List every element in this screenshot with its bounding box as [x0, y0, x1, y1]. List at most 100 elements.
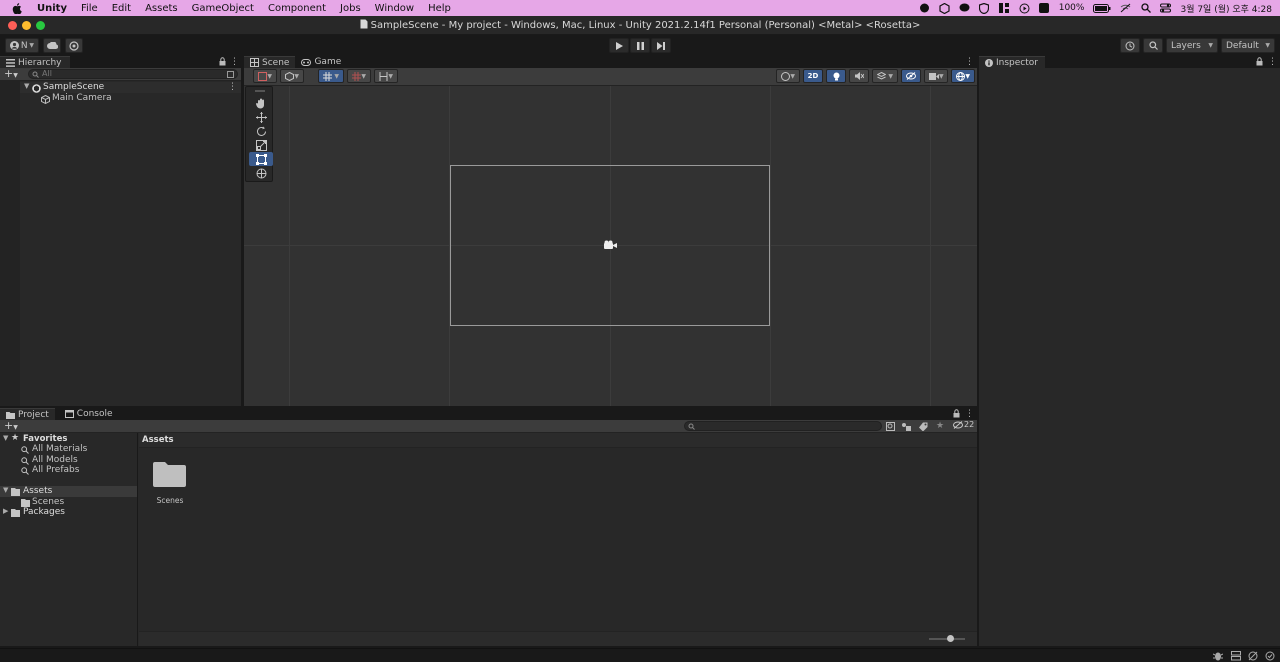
- menu-file[interactable]: File: [74, 3, 105, 14]
- auto-generate-lighting-icon[interactable]: [1248, 651, 1258, 661]
- camera-settings-dropdown[interactable]: ▼: [924, 69, 948, 83]
- star-favorite-icon[interactable]: ★: [936, 421, 944, 431]
- panel-menu-icon[interactable]: ⋮: [965, 409, 974, 419]
- scene-name: SampleScene: [43, 82, 105, 92]
- wifi-off-icon[interactable]: [1120, 3, 1131, 14]
- palette-drag-handle[interactable]: [255, 90, 265, 92]
- packages-folder-row[interactable]: ▶ Packages: [0, 507, 137, 518]
- menu-gameobject[interactable]: GameObject: [185, 3, 261, 14]
- favorite-item-all-materials[interactable]: All Materials: [0, 444, 137, 455]
- draw-mode-dropdown[interactable]: ▼: [253, 69, 277, 83]
- effects-dropdown[interactable]: ▼: [872, 69, 898, 83]
- menu-help[interactable]: Help: [421, 3, 458, 14]
- progress-check-icon[interactable]: [1265, 651, 1275, 661]
- hierarchy-row-scene[interactable]: ▼ SampleScene ⋮: [20, 82, 241, 93]
- search-filter-icon[interactable]: [227, 71, 234, 78]
- scene-viewport[interactable]: [244, 86, 977, 406]
- scene-menu-icon[interactable]: ⋮: [228, 82, 237, 92]
- tab-inspector[interactable]: Inspector: [979, 56, 1045, 68]
- project-search-input[interactable]: [684, 421, 882, 431]
- play-circle-icon[interactable]: [1019, 3, 1030, 14]
- tag-icon[interactable]: [919, 422, 928, 431]
- render-mode-dropdown[interactable]: ▼: [280, 69, 304, 83]
- slider-thumb[interactable]: [947, 635, 954, 642]
- panel-menu-icon[interactable]: ⋮: [965, 57, 974, 67]
- menu-jobs[interactable]: Jobs: [333, 3, 368, 14]
- keyboard-input-icon[interactable]: [1039, 3, 1050, 14]
- cloud-icon: [46, 42, 58, 49]
- create-asset-button[interactable]: +▼: [4, 420, 18, 434]
- rect-tool-button[interactable]: [249, 152, 273, 166]
- battery-icon[interactable]: [1093, 3, 1111, 14]
- tab-console[interactable]: Console: [59, 408, 119, 420]
- icon-size-slider[interactable]: [929, 635, 965, 642]
- project-panel: Project Console ⋮ +▼ ★ 22 ▼ ★ Favorites …: [0, 408, 977, 646]
- expand-arrow-icon[interactable]: ▼: [3, 486, 8, 494]
- debug-bug-icon[interactable]: [1213, 651, 1223, 661]
- search-button[interactable]: [1143, 38, 1163, 53]
- toggle-2d-button[interactable]: 2D: [803, 69, 823, 83]
- cloud-button[interactable]: [43, 38, 61, 53]
- expand-arrow-icon[interactable]: ▶: [3, 507, 8, 515]
- messages-icon[interactable]: [959, 3, 970, 14]
- expand-arrow-icon[interactable]: ▼: [3, 434, 8, 442]
- menu-component[interactable]: Component: [261, 3, 333, 14]
- eye-slash-icon: [953, 420, 963, 429]
- lock-icon[interactable]: [1256, 57, 1263, 66]
- assets-folder-row[interactable]: ▼ Assets: [0, 486, 137, 497]
- lock-icon[interactable]: [953, 409, 960, 418]
- panel-menu-icon[interactable]: ⋮: [1268, 57, 1277, 67]
- rotate-tool-button[interactable]: [249, 124, 273, 138]
- tab-scene[interactable]: Scene: [244, 56, 296, 68]
- lock-icon[interactable]: [219, 57, 226, 66]
- search-icon: [21, 457, 29, 465]
- control-center-icon[interactable]: [1160, 3, 1172, 14]
- menubar-clock[interactable]: 3월 7일 (월) 오후 4:28: [1180, 2, 1272, 15]
- undo-history-button[interactable]: [1120, 38, 1140, 53]
- shield-icon[interactable]: [979, 2, 990, 14]
- expand-arrow-icon[interactable]: ▼: [24, 82, 29, 90]
- menu-window[interactable]: Window: [368, 3, 421, 14]
- gizmos-dropdown[interactable]: ▼: [951, 69, 975, 83]
- menu-edit[interactable]: Edit: [105, 3, 138, 14]
- hand-tool-button[interactable]: [249, 96, 273, 110]
- scene-visibility-toggle[interactable]: [901, 69, 921, 83]
- unity-hub-icon[interactable]: [939, 2, 950, 14]
- layout-dropdown[interactable]: Default ▼: [1221, 38, 1275, 53]
- hierarchy-row-main-camera[interactable]: Main Camera: [20, 93, 241, 104]
- tab-game[interactable]: Game: [295, 56, 347, 68]
- favorite-item-all-prefabs[interactable]: All Prefabs: [0, 465, 137, 476]
- scale-tool-button[interactable]: [249, 138, 273, 152]
- menu-assets[interactable]: Assets: [138, 3, 185, 14]
- search-by-type-icon[interactable]: [886, 422, 895, 431]
- account-dropdown[interactable]: N ▼: [5, 38, 39, 53]
- pause-button[interactable]: [630, 38, 650, 53]
- move-tool-button[interactable]: [249, 110, 273, 124]
- cache-server-icon[interactable]: [1231, 651, 1241, 661]
- transform-tool-button[interactable]: [249, 166, 273, 180]
- tab-console-label: Console: [76, 409, 113, 419]
- create-add-button[interactable]: +▼: [4, 68, 18, 82]
- increment-snap-dropdown[interactable]: ▼: [347, 69, 371, 83]
- breadcrumb-assets[interactable]: Assets: [142, 435, 174, 445]
- camera-gizmo-icon[interactable]: [604, 240, 617, 250]
- status-app-icon[interactable]: [919, 3, 930, 14]
- hidden-packages-toggle[interactable]: 22: [953, 420, 974, 429]
- app-menu-unity[interactable]: Unity: [30, 3, 74, 14]
- audio-toggle[interactable]: [849, 69, 869, 83]
- spotlight-search-icon[interactable]: [1140, 3, 1151, 14]
- search-by-label-icon[interactable]: [901, 422, 911, 431]
- panel-menu-icon[interactable]: ⋮: [230, 57, 239, 67]
- lighting-toggle[interactable]: [826, 69, 846, 83]
- layers-dropdown[interactable]: Layers ▼: [1166, 38, 1218, 53]
- apple-menu-icon[interactable]: [0, 2, 30, 14]
- align-tools-dropdown[interactable]: ▼: [374, 69, 398, 83]
- collab-button[interactable]: [65, 38, 83, 53]
- play-button[interactable]: [609, 38, 629, 53]
- hierarchy-search-input[interactable]: All: [28, 69, 238, 79]
- asset-folder-scenes[interactable]: Scenes: [151, 461, 189, 511]
- shading-dropdown[interactable]: ▼: [776, 69, 800, 83]
- step-button[interactable]: [651, 38, 671, 53]
- snap-grid-dropdown[interactable]: ▼: [318, 69, 344, 83]
- dashboard-icon[interactable]: [999, 3, 1010, 14]
